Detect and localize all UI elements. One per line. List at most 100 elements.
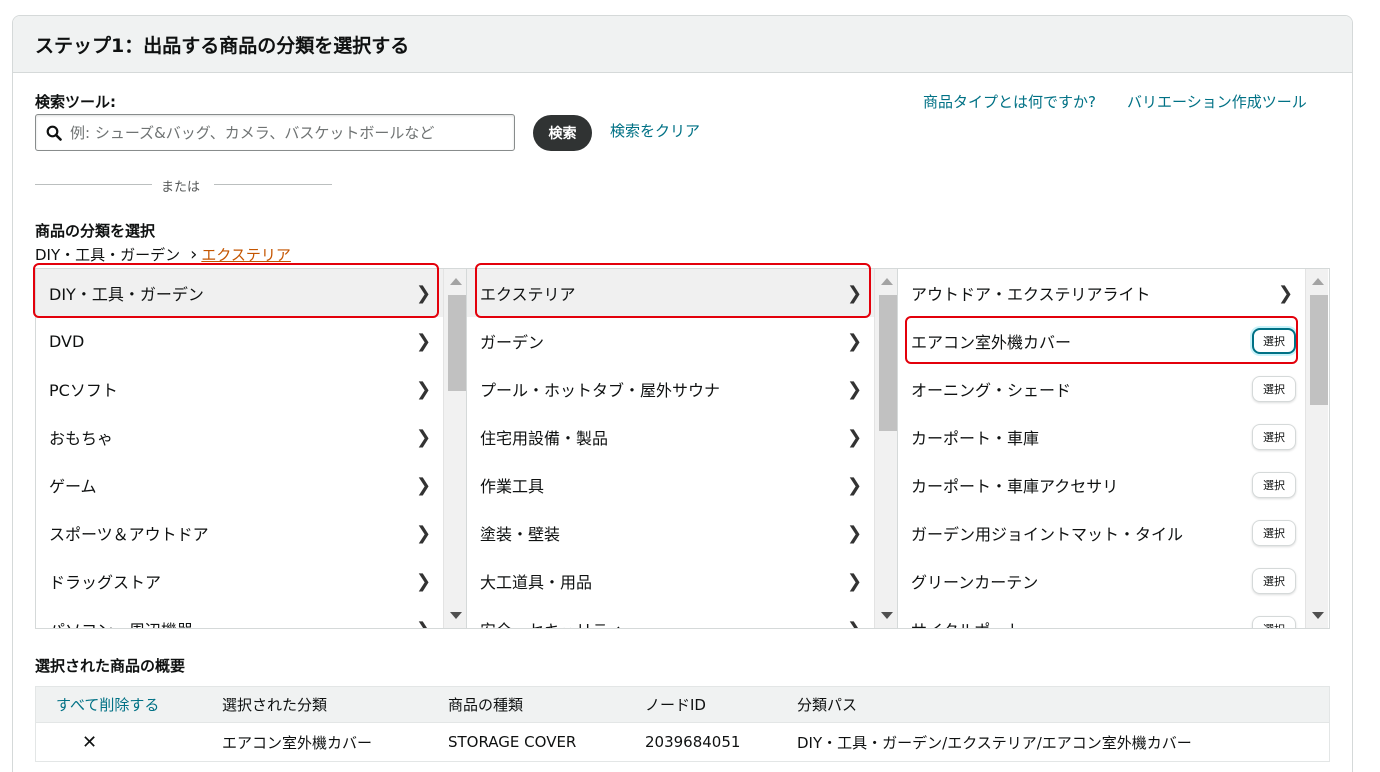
col3-item: カーポート・車庫 選択 (898, 413, 1306, 461)
category-label: 商品の分類を選択 (35, 222, 156, 240)
search-field[interactable] (35, 114, 515, 151)
col1-item[interactable]: スポーツ＆アウトドア ❯ (36, 509, 444, 557)
category-column-3: アウトドア・エクステリアライト ❯ エアコン室外機カバー 選択 オーニング・シェード… (897, 268, 1330, 629)
header-product-type: 商品の種類 (448, 696, 524, 714)
col2-item[interactable]: 塗装・壁装 ❯ (467, 509, 875, 557)
col2-item[interactable]: 大工道具・用品 ❯ (467, 557, 875, 605)
chevron-right-icon: ❯ (416, 330, 432, 352)
col2-scrollbar[interactable] (874, 269, 897, 628)
chevron-right-icon: ❯ (847, 426, 863, 448)
select-button[interactable]: 選択 (1252, 376, 1296, 402)
col2-item[interactable]: 安全・セキュリティ ❯ (467, 605, 875, 629)
col2-item[interactable]: 作業工具 ❯ (467, 461, 875, 509)
col1-item[interactable]: ドラッグストア ❯ (36, 557, 444, 605)
summary-table-header: すべて削除する 選択された分類 商品の種類 ノードID 分類パス (35, 686, 1330, 723)
chevron-right-icon: ❯ (416, 522, 432, 544)
row-product-type: STORAGE COVER (448, 733, 577, 751)
chevron-right-icon: ❯ (847, 474, 863, 496)
col3-item: エアコン室外機カバー 選択 (898, 317, 1306, 365)
what-is-product-type-link[interactable]: 商品タイプとは何ですか? (923, 91, 1096, 112)
delete-all-link[interactable]: すべて削除する (56, 694, 159, 715)
col1-item[interactable]: パソコン・周辺機器 ❯ (36, 605, 444, 629)
divider-left (35, 184, 152, 185)
col1-item-label: おもちゃ (49, 429, 114, 448)
col3-item-label: グリーンカーテン (911, 573, 1039, 592)
col1-item[interactable]: PCソフト ❯ (36, 365, 444, 413)
col2-item-label: 住宅用設備・製品 (480, 429, 609, 448)
col2-item[interactable]: プール・ホットタブ・屋外サウナ ❯ (467, 365, 875, 413)
chevron-right-icon: ❯ (416, 426, 432, 448)
col3-item-label: アウトドア・エクステリアライト (911, 285, 1151, 304)
chevron-right-icon: ❯ (416, 378, 432, 400)
summary-table: すべて削除する 選択された分類 商品の種類 ノードID 分類パス ✕ エアコン室… (35, 686, 1330, 762)
scroll-down-icon[interactable] (881, 612, 893, 619)
summary-title: 選択された商品の概要 (35, 657, 186, 675)
col3-item: ガーデン用ジョイントマット・タイル 選択 (898, 509, 1306, 557)
category-column-2: エクステリア ❯ ガーデン ❯ プール・ホットタブ・屋外サウナ ❯ 住宅用設備・製品 ❯… (466, 268, 898, 629)
remove-icon[interactable]: ✕ (82, 732, 97, 753)
col3-item[interactable]: アウトドア・エクステリアライト ❯ (898, 269, 1306, 317)
col2-item-label: 安全・セキュリティ (480, 617, 623, 628)
col1-item-label: ゲーム (49, 477, 97, 496)
scroll-down-icon[interactable] (1312, 612, 1324, 619)
header-selected-category: 選択された分類 (222, 696, 328, 714)
row-selected-category: エアコン室外機カバー (222, 733, 373, 752)
scroll-up-icon[interactable] (881, 278, 893, 285)
or-text: または (161, 180, 201, 195)
col1-item-label: PCソフト (49, 381, 118, 400)
col2-item-label: 大工道具・用品 (480, 573, 593, 592)
col1-item-label: DVD (49, 331, 85, 351)
col3-item-label: カーポート・車庫アクセサリ (911, 477, 1119, 496)
scroll-up-icon[interactable] (450, 278, 462, 285)
col3-item: サイクルポート 選択 (898, 605, 1306, 628)
col1-item-label: パソコン・周辺機器 (49, 617, 193, 628)
divider-right (214, 184, 332, 185)
scroll-thumb[interactable] (1310, 295, 1328, 405)
search-input[interactable] (70, 123, 500, 142)
select-button[interactable]: 選択 (1252, 616, 1296, 628)
col3-item-label: エアコン室外機カバー (911, 333, 1072, 352)
chevron-right-icon: ❯ (847, 522, 863, 544)
scroll-down-icon[interactable] (450, 612, 462, 619)
col3-item-label: サイクルポート (911, 617, 1022, 628)
col2-item[interactable]: エクステリア ❯ (467, 269, 875, 317)
col2-item[interactable]: ガーデン ❯ (467, 317, 875, 365)
col3-scrollbar[interactable] (1305, 269, 1328, 628)
col3-item-label: カーポート・車庫 (911, 429, 1040, 448)
col1-item[interactable]: ゲーム ❯ (36, 461, 444, 509)
col3-item: カーポート・車庫アクセサリ 選択 (898, 461, 1306, 509)
search-button[interactable]: 検索 (533, 115, 592, 151)
col1-item[interactable]: DVD ❯ (36, 317, 444, 365)
breadcrumb-current[interactable]: エクステリア (201, 244, 291, 265)
col3-item: オーニング・シェード 選択 (898, 365, 1306, 413)
col2-item[interactable]: 住宅用設備・製品 ❯ (467, 413, 875, 461)
col3-item-label: ガーデン用ジョイントマット・タイル (911, 525, 1184, 544)
breadcrumb: DIY・工具・ガーデン › エクステリア (35, 244, 291, 265)
select-button[interactable]: 選択 (1252, 328, 1296, 354)
breadcrumb-separator-icon: › (190, 244, 198, 265)
col1-item[interactable]: DIY・工具・ガーデン ❯ (36, 269, 444, 317)
scroll-up-icon[interactable] (1312, 278, 1324, 285)
row-node-id: 2039684051 (645, 733, 741, 751)
variation-tool-link[interactable]: バリエーション作成ツール (1127, 91, 1307, 112)
breadcrumb-root[interactable]: DIY・工具・ガーデン (35, 244, 180, 265)
chevron-right-icon: ❯ (847, 618, 863, 629)
col1-item-label: ドラッグストア (49, 573, 162, 592)
col3-item-label: オーニング・シェード (911, 381, 1072, 400)
col1-scrollbar[interactable] (443, 269, 466, 628)
select-button[interactable]: 選択 (1252, 568, 1296, 594)
chevron-right-icon: ❯ (847, 282, 863, 304)
scroll-thumb[interactable] (879, 295, 897, 431)
page-title: ステップ1：出品する商品の分類を選択する (35, 34, 410, 57)
chevron-right-icon: ❯ (416, 570, 432, 592)
search-icon (46, 125, 62, 141)
select-button[interactable]: 選択 (1252, 472, 1296, 498)
header-node-id: ノードID (645, 696, 706, 714)
clear-search-link[interactable]: 検索をクリア (610, 120, 700, 141)
select-button[interactable]: 選択 (1252, 424, 1296, 450)
col1-item[interactable]: おもちゃ ❯ (36, 413, 444, 461)
select-button[interactable]: 選択 (1252, 520, 1296, 546)
card-header: ステップ1：出品する商品の分類を選択する (13, 16, 1352, 73)
scroll-thumb[interactable] (448, 295, 466, 391)
col1-item-label: DIY・工具・ガーデン (49, 285, 204, 304)
